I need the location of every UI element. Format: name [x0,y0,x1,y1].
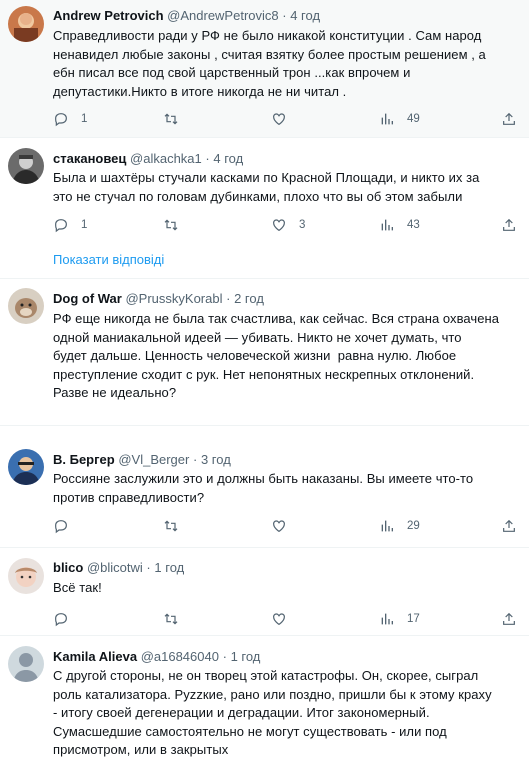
views-icon [381,520,393,532]
timestamp[interactable]: 1 год [154,560,184,575]
action-bar: 1 3 43 [53,216,515,236]
author-handle[interactable]: @Vl_Berger [118,452,189,467]
retweet-button[interactable] [163,517,179,535]
tweet-text: Россияне заслужили это и должны быть нак… [53,471,474,505]
tweet-blico[interactable]: blico @blicotwi · 1 год Всё так! 17 [0,548,529,636]
tweet-dog-of-war[interactable]: Dog of War @PrusskyKorabl · 2 год РФ еще… [0,279,529,426]
author-handle[interactable]: @blicotwi [87,560,143,575]
show-replies-link[interactable]: Показати відповіді [53,252,164,267]
share-button[interactable] [501,610,517,628]
avatar[interactable] [8,6,44,42]
reply-icon [55,613,67,627]
reply-button[interactable]: 1 [53,216,87,234]
like-count: 3 [299,219,306,231]
timestamp[interactable]: 2 год [234,291,264,306]
author-handle[interactable]: @PrusskyKorabl [125,291,222,306]
author-name[interactable]: стакановец [53,151,126,166]
reply-icon [55,113,67,127]
retweet-icon [164,613,178,625]
avatar[interactable] [8,558,44,594]
retweet-button[interactable] [163,110,179,128]
reply-button[interactable] [53,610,69,628]
views-icon [381,113,393,125]
author-handle[interactable]: @AndrewPetrovic8 [167,8,278,23]
like-icon [273,113,285,126]
timestamp[interactable]: 1 год [231,649,261,664]
views-count: 29 [407,520,420,532]
like-button[interactable] [271,517,287,535]
timestamp[interactable]: 4 год [290,8,320,23]
author-name[interactable]: blico [53,560,83,575]
share-icon [503,612,515,625]
tweet-text: Была и шахтёры стучали касками по Красно… [53,170,480,204]
separator: · [146,560,151,575]
views-count: 43 [407,219,420,231]
avatar[interactable] [8,148,44,184]
share-icon [503,218,515,231]
author-name[interactable]: Andrew Petrovich [53,8,164,23]
author-handle[interactable]: @a16846040 [141,649,219,664]
retweet-icon [164,113,178,125]
separator: · [192,452,198,467]
timestamp[interactable]: 4 год [213,151,243,166]
tweet-berger[interactable]: В. Бергер @Vl_Berger · 3 год Россияне за… [0,440,529,548]
share-button[interactable] [501,517,517,535]
views-button[interactable]: 17 [379,610,420,628]
views-count: 49 [407,113,420,125]
action-bar: 1 49 [53,110,515,130]
separator: · [205,151,210,166]
reply-button[interactable] [53,517,69,535]
tweet-text: Справедливости ради у РФ не было никакой… [53,28,486,99]
reply-icon [55,219,67,233]
separator: · [222,649,227,664]
tweet-stakanovets[interactable]: стакановец @alkachka1 · 4 год Была и шах… [0,138,529,272]
share-icon [503,112,515,125]
retweet-button[interactable] [163,216,179,234]
views-count: 17 [407,613,420,625]
author-handle[interactable]: @alkachka1 [130,151,202,166]
tweet-text: РФ еще никогда не была так счастлива, ка… [53,311,500,400]
timestamp[interactable]: 3 год [201,452,231,467]
reply-button[interactable]: 1 [53,110,87,128]
reply-icon [55,520,67,534]
like-icon [273,219,285,232]
reply-count: 1 [81,219,88,231]
tweet-text: Всё так! [53,580,102,595]
views-icon [381,613,393,625]
author-name[interactable]: В. Бергер [53,452,115,467]
share-button[interactable] [501,110,517,128]
views-icon [381,219,393,231]
views-button[interactable]: 49 [379,110,420,128]
share-button[interactable] [501,216,517,234]
tweet-andrew-petrovich[interactable]: Andrew Petrovich @AndrewPetrovic8 · 4 го… [0,0,529,138]
avatar[interactable] [8,449,44,485]
action-bar: 17 [53,610,515,630]
retweet-icon [164,219,178,231]
action-bar: 29 [53,517,515,537]
tweet-text: С другой стороны, не он творец этой ката… [53,668,492,757]
views-button[interactable]: 43 [379,216,420,234]
retweet-button[interactable] [163,610,179,628]
reply-count: 1 [81,113,88,125]
avatar[interactable] [8,288,44,324]
views-button[interactable]: 29 [379,517,420,535]
tweet-kamila-alieva[interactable]: Kamila Alieva @a16846040 · 1 год С друго… [0,636,529,764]
like-icon [273,613,285,626]
author-name[interactable]: Dog of War [53,291,122,306]
separator: · [282,8,287,23]
like-button[interactable] [271,610,287,628]
share-icon [503,519,515,532]
avatar[interactable] [8,646,44,682]
like-button[interactable] [271,110,287,128]
like-button[interactable]: 3 [271,216,305,234]
retweet-icon [164,520,178,532]
separator: · [226,291,231,306]
author-name[interactable]: Kamila Alieva [53,649,137,664]
like-icon [273,520,285,533]
